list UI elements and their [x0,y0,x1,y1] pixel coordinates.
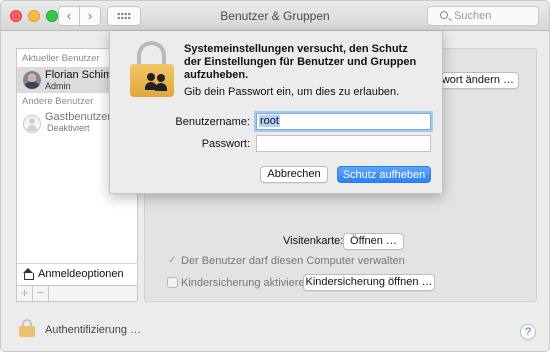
guest-avatar-icon [23,115,41,133]
other-users-heading: Andere Benutzer [22,96,94,107]
preferences-window: ‹ › Benutzer & Gruppen Suchen Aktueller … [0,0,550,352]
authentication-status: Authentifizierung … [45,324,141,336]
cancel-button[interactable]: Abbrechen [260,166,328,183]
dialog-message: Gib dein Passwort ein, um dies zu erlaub… [184,86,400,98]
current-user-name: Florian Schima [45,69,119,81]
password-label: Passwort: [201,138,250,150]
username-label: Benutzername: [175,116,250,128]
avatar [23,71,41,89]
house-icon [22,268,34,280]
username-value: root [259,115,280,127]
authentication-dialog: Systemeinstellungen versucht, den Schutz… [109,31,443,194]
lock-body [19,326,35,337]
password-field[interactable] [256,135,431,152]
unlock-button[interactable]: Schutz aufheben [337,166,431,183]
open-parental-controls-button[interactable]: Kindersicherung öffnen … [303,274,435,291]
remove-user-button[interactable]: − [33,286,49,301]
search-icon [440,11,448,19]
guest-user-status: Deaktiviert [47,123,90,133]
search-placeholder: Suchen [454,10,492,22]
admin-checkbox-label: Der Benutzer darf diesen Computer verwal… [181,255,405,267]
add-user-button[interactable]: + [17,286,33,301]
login-options-label: Anmeldeoptionen [38,268,124,280]
current-users-heading: Aktueller Benutzer [22,53,100,64]
lock-users-icon [130,41,174,97]
parental-controls-checkbox[interactable] [167,277,178,288]
username-field[interactable]: root [256,113,431,130]
lock-icon[interactable] [19,319,35,337]
parental-controls-label: Kindersicherung aktivieren [181,277,311,289]
admin-checkbox[interactable]: ✓ [168,256,176,266]
help-button[interactable]: ? [520,324,536,340]
guest-user-name: Gastbenutzer [45,111,112,123]
sidebar-item-login-options[interactable]: Anmeldeoptionen [17,263,137,285]
contact-card-label: Visitenkarte: [283,235,344,247]
dialog-title: Systemeinstellungen versucht, den Schutz… [184,43,417,81]
titlebar: ‹ › Benutzer & Gruppen Suchen [1,1,549,31]
current-user-role: Admin [45,81,71,91]
users-icon [145,72,167,92]
search-field[interactable]: Suchen [427,6,539,26]
add-remove-bar: + − [16,286,138,302]
open-contact-card-button[interactable]: Öffnen … [343,233,404,250]
